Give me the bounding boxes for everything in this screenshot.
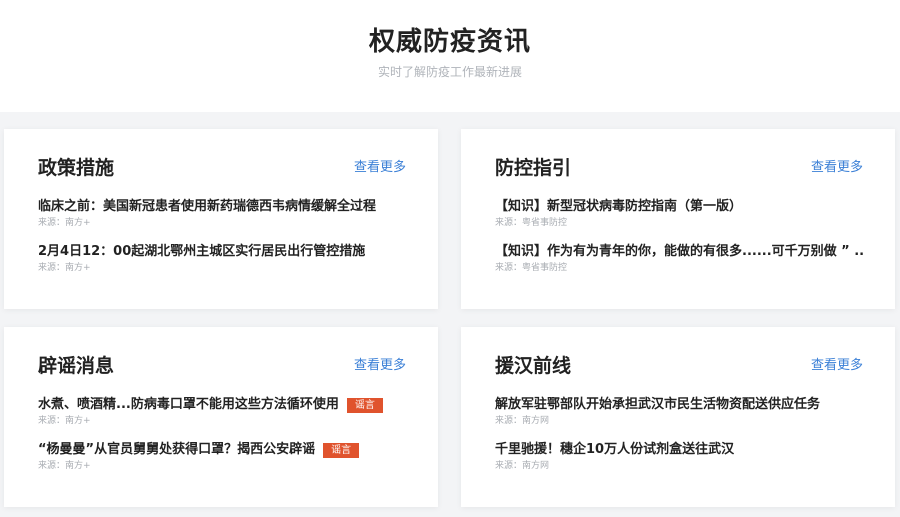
news-source: 来源：粤省事防控 bbox=[495, 218, 568, 228]
card-rumor-debunk: 辟谣消息 查看更多 水煮、喷酒精...防病毒口罩不能用这些方法循环使用 谣言 来… bbox=[4, 327, 438, 507]
page: 权威防疫资讯 实时了解防疫工作最新进展 政策措施 查看更多 临床之前：美国新冠患… bbox=[0, 0, 900, 517]
news-source: 来源：南方+ bbox=[38, 218, 91, 228]
news-headline[interactable]: 【知识】新型冠状病毒防控指南（第一版） bbox=[495, 197, 742, 217]
view-more-link[interactable]: 查看更多 bbox=[354, 159, 406, 177]
news-headline[interactable]: 2月4日12：00起湖北鄂州主城区实行居民出行管控措施 bbox=[38, 242, 365, 262]
news-headline[interactable]: 千里驰援！穗企10万人份试剂盒送往武汉 bbox=[495, 440, 734, 460]
news-list: 临床之前：美国新冠患者使用新药瑞德西韦病情缓解全过程 来源：南方+ 2月4日12… bbox=[38, 197, 406, 287]
news-source: 来源：南方网 bbox=[495, 461, 550, 471]
card-header: 防控指引 查看更多 bbox=[495, 153, 863, 183]
page-header: 权威防疫资讯 实时了解防疫工作最新进展 bbox=[0, 24, 900, 80]
page-title: 权威防疫资讯 bbox=[368, 27, 531, 57]
news-item[interactable]: “杨曼曼”从官员舅舅处获得口罩？揭西公安辟谣 谣言 来源：南方+ bbox=[38, 440, 406, 485]
card-title: 辟谣消息 bbox=[38, 355, 115, 377]
news-item[interactable]: 千里驰援！穗企10万人份试剂盒送往武汉 来源：南方网 bbox=[495, 440, 863, 485]
card-policy: 政策措施 查看更多 临床之前：美国新冠患者使用新药瑞德西韦病情缓解全过程 来源：… bbox=[4, 129, 438, 309]
news-source: 来源：南方+ bbox=[38, 416, 91, 426]
news-headline[interactable]: 【知识】作为有为青年的你，能做的有很多......可千万别做 ” ... bbox=[495, 242, 863, 262]
rumor-tag: 谣言 bbox=[323, 442, 360, 458]
news-source: 来源：南方网 bbox=[495, 416, 550, 426]
view-more-link[interactable]: 查看更多 bbox=[811, 357, 863, 375]
card-wuhan-front: 援汉前线 查看更多 解放军驻鄂部队开始承担武汉市民生活物资配送供应任务 来源：南… bbox=[461, 327, 895, 507]
card-header: 政策措施 查看更多 bbox=[38, 153, 406, 183]
news-headline[interactable]: 临床之前：美国新冠患者使用新药瑞德西韦病情缓解全过程 bbox=[38, 197, 376, 217]
rumor-tag: 谣言 bbox=[346, 397, 383, 413]
news-list: 【知识】新型冠状病毒防控指南（第一版） 来源：粤省事防控 【知识】作为有为青年的… bbox=[495, 197, 863, 287]
card-header: 辟谣消息 查看更多 bbox=[38, 351, 406, 381]
card-title: 援汉前线 bbox=[495, 355, 572, 377]
page-subtitle: 实时了解防疫工作最新进展 bbox=[377, 65, 522, 79]
news-item[interactable]: 临床之前：美国新冠患者使用新药瑞德西韦病情缓解全过程 来源：南方+ bbox=[38, 197, 406, 242]
news-item[interactable]: 水煮、喷酒精...防病毒口罩不能用这些方法循环使用 谣言 来源：南方+ bbox=[38, 395, 406, 440]
news-item[interactable]: 【知识】作为有为青年的你，能做的有很多......可千万别做 ” ... 来源：… bbox=[495, 242, 863, 287]
news-headline[interactable]: “杨曼曼”从官员舅舅处获得口罩？揭西公安辟谣 bbox=[38, 440, 315, 460]
news-item[interactable]: 解放军驻鄂部队开始承担武汉市民生活物资配送供应任务 来源：南方网 bbox=[495, 395, 863, 440]
news-source: 来源：南方+ bbox=[38, 461, 91, 471]
news-source: 来源：粤省事防控 bbox=[495, 263, 568, 273]
card-title: 防控指引 bbox=[495, 157, 572, 179]
card-title: 政策措施 bbox=[38, 157, 115, 179]
news-headline[interactable]: 水煮、喷酒精...防病毒口罩不能用这些方法循环使用 bbox=[38, 395, 339, 415]
news-headline[interactable]: 解放军驻鄂部队开始承担武汉市民生活物资配送供应任务 bbox=[495, 395, 820, 415]
news-source: 来源：南方+ bbox=[38, 263, 91, 273]
view-more-link[interactable]: 查看更多 bbox=[811, 159, 863, 177]
view-more-link[interactable]: 查看更多 bbox=[354, 357, 406, 375]
news-list: 解放军驻鄂部队开始承担武汉市民生活物资配送供应任务 来源：南方网 千里驰援！穗企… bbox=[495, 395, 863, 485]
card-prevention-guide: 防控指引 查看更多 【知识】新型冠状病毒防控指南（第一版） 来源：粤省事防控 【… bbox=[461, 129, 895, 309]
news-item[interactable]: 2月4日12：00起湖北鄂州主城区实行居民出行管控措施 来源：南方+ bbox=[38, 242, 406, 287]
card-header: 援汉前线 查看更多 bbox=[495, 351, 863, 381]
news-list: 水煮、喷酒精...防病毒口罩不能用这些方法循环使用 谣言 来源：南方+ “杨曼曼… bbox=[38, 395, 406, 485]
news-item[interactable]: 【知识】新型冠状病毒防控指南（第一版） 来源：粤省事防控 bbox=[495, 197, 863, 242]
